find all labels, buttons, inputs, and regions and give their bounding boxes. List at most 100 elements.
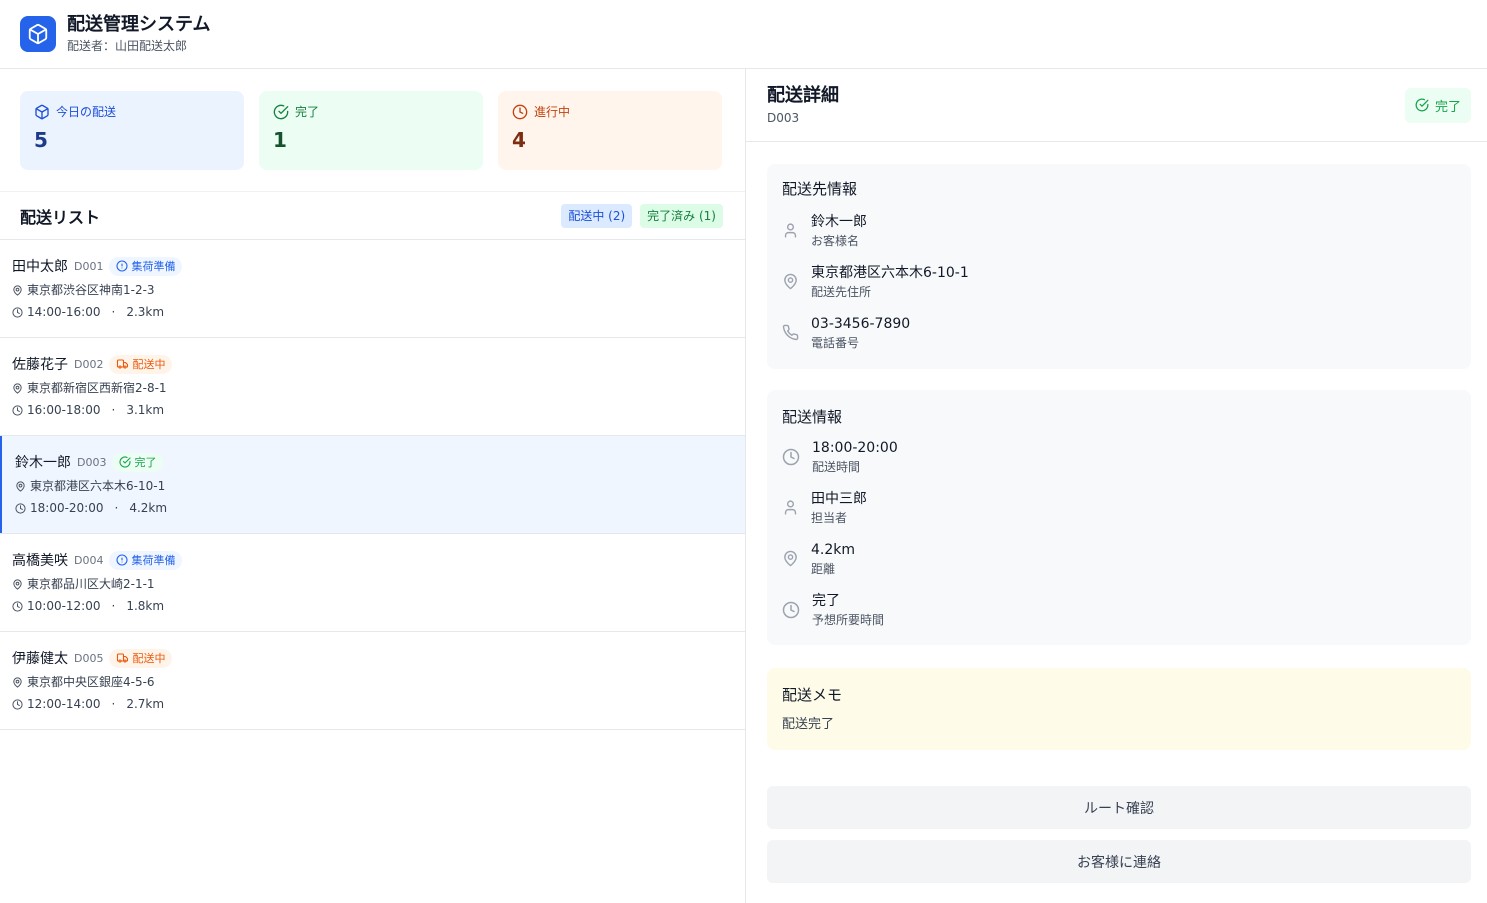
status-label: 完了 bbox=[134, 455, 157, 469]
stat-value: 1 bbox=[273, 128, 287, 152]
card-title: 配送先情報 bbox=[782, 180, 858, 198]
phone-row: 03-3456-7890 電話番号 bbox=[782, 307, 1456, 358]
address: 東京都港区六本木6-10-1 bbox=[30, 479, 166, 493]
info-label: 配送時間 bbox=[812, 459, 861, 474]
filter-in-delivery-button[interactable]: 配送中 (2) bbox=[561, 203, 633, 228]
distance: 4.2km bbox=[129, 501, 168, 515]
stat-in-progress: 進行中 4 bbox=[498, 91, 722, 170]
check-circle-icon bbox=[119, 456, 132, 468]
delivery-id: D004 bbox=[74, 553, 104, 567]
assignee-row: 田中三郎 担当者 bbox=[782, 482, 1456, 533]
delivery-id: D005 bbox=[74, 651, 104, 665]
info-label: 配送先住所 bbox=[811, 284, 872, 299]
stat-label: 今日の配送 bbox=[56, 105, 117, 119]
info-label: お客様名 bbox=[811, 233, 860, 248]
status-label: 集荷準備 bbox=[131, 259, 176, 273]
contact-customer-button[interactable]: お客様に連絡 bbox=[767, 840, 1471, 883]
time-window: 12:00-14:00 bbox=[27, 697, 101, 711]
clock-icon bbox=[512, 104, 528, 120]
stat-label: 完了 bbox=[295, 105, 320, 119]
status-label: 完了 bbox=[1434, 99, 1461, 115]
stat-value: 5 bbox=[34, 128, 48, 152]
stat-completed: 完了 1 bbox=[259, 91, 483, 170]
info-label: 予想所要時間 bbox=[812, 612, 885, 627]
truck-icon bbox=[116, 652, 129, 664]
distance-row: 4.2km 距離 bbox=[782, 533, 1456, 584]
memo-card: 配送メモ 配送完了 bbox=[767, 668, 1471, 750]
eta-row: 完了 予想所要時間 bbox=[782, 584, 1456, 635]
clock-icon bbox=[782, 448, 800, 466]
customer-name: 伊藤健太 bbox=[12, 651, 68, 667]
customer-name: 高橋美咲 bbox=[12, 553, 68, 569]
info-label: 距離 bbox=[811, 561, 836, 576]
distance: 2.7km bbox=[126, 697, 165, 711]
customer-name: 田中太郎 bbox=[12, 259, 68, 275]
stats-summary: 今日の配送 5 完了 1 進行中 4 bbox=[0, 69, 745, 192]
list-title: 配送リスト bbox=[20, 207, 101, 227]
clock-icon bbox=[12, 699, 23, 710]
package-icon bbox=[20, 16, 56, 52]
detail-title: 配送詳細 bbox=[767, 85, 839, 106]
delivery-id: D003 bbox=[77, 455, 107, 469]
list-item[interactable]: 高橋美咲 D004 集荷準備 東京都品川区大崎2-1-1 10:00-12:00… bbox=[0, 534, 745, 632]
info-circle-icon bbox=[116, 260, 129, 272]
distance: 3.1km bbox=[126, 403, 165, 417]
info-value: 完了 bbox=[812, 592, 840, 609]
info-value: 田中三郎 bbox=[811, 490, 867, 507]
status-badge: 完了 bbox=[112, 452, 164, 472]
truck-icon bbox=[116, 358, 129, 370]
time-window: 18:00-20:00 bbox=[30, 501, 104, 515]
user-icon bbox=[782, 222, 799, 239]
filter-completed-button[interactable]: 完了済み (1) bbox=[640, 203, 723, 228]
separator: · bbox=[114, 501, 119, 515]
time-window: 14:00-16:00 bbox=[27, 305, 101, 319]
package-icon bbox=[34, 104, 50, 120]
info-circle-icon bbox=[116, 554, 129, 566]
customer-name-row: 鈴木一郎 お客様名 bbox=[782, 205, 1456, 256]
app-header: 配送管理システム 配送者：山田配送太郎 bbox=[0, 0, 1487, 69]
time-window: 16:00-18:00 bbox=[27, 403, 101, 417]
card-title: 配送メモ bbox=[782, 686, 843, 704]
separator: · bbox=[111, 403, 116, 417]
check-circle-icon bbox=[1415, 98, 1429, 112]
map-pin-icon bbox=[12, 677, 23, 688]
status-badge: 配送中 bbox=[109, 354, 173, 374]
delivery-detail-panel: 配送詳細 D003 完了 配送先情報 鈴木一郎 お客様名 東京都港区六本木6-1… bbox=[746, 69, 1487, 903]
app-title: 配送管理システム bbox=[67, 14, 211, 35]
address: 東京都新宿区西新宿2-8-1 bbox=[27, 381, 167, 395]
status-label: 配送中 bbox=[132, 651, 166, 665]
check-circle-icon bbox=[273, 104, 289, 120]
status-badge: 配送中 bbox=[109, 648, 173, 668]
delivery-info-card: 配送情報 18:00-20:00 配送時間 田中三郎 担当者 4.2km 距離 … bbox=[767, 390, 1471, 645]
separator: · bbox=[111, 697, 116, 711]
separator: · bbox=[111, 305, 116, 319]
address: 東京都中央区銀座4-5-6 bbox=[27, 675, 155, 689]
destination-card: 配送先情報 鈴木一郎 お客様名 東京都港区六本木6-10-1 配送先住所 03-… bbox=[767, 164, 1471, 369]
info-label: 電話番号 bbox=[811, 335, 860, 350]
delivery-id: D002 bbox=[74, 357, 104, 371]
delivery-list-panel: 今日の配送 5 完了 1 進行中 4 配送リスト 配送中 (2) 完了済み (1… bbox=[0, 69, 746, 903]
list-item[interactable]: 伊藤健太 D005 配送中 東京都中央区銀座4-5-6 12:00-14:00 … bbox=[0, 632, 745, 730]
list-item-selected[interactable]: 鈴木一郎 D003 完了 東京都港区六本木6-10-1 18:00-20:00 … bbox=[0, 436, 745, 534]
stat-value: 4 bbox=[512, 128, 526, 152]
list-item[interactable]: 佐藤花子 D002 配送中 東京都新宿区西新宿2-8-1 16:00-18:00… bbox=[0, 338, 745, 436]
detail-header: 配送詳細 D003 完了 bbox=[746, 69, 1487, 142]
time-window: 10:00-12:00 bbox=[27, 599, 101, 613]
distance: 1.8km bbox=[126, 599, 165, 613]
info-value: 東京都港区六本木6-10-1 bbox=[811, 264, 969, 281]
route-check-button[interactable]: ルート確認 bbox=[767, 786, 1471, 829]
distance: 2.3km bbox=[126, 305, 165, 319]
phone-icon bbox=[782, 324, 799, 341]
clock-icon bbox=[12, 307, 23, 318]
status-badge: 集荷準備 bbox=[109, 550, 183, 570]
driver-name: 配送者：山田配送太郎 bbox=[67, 39, 188, 53]
map-pin-icon bbox=[12, 285, 23, 296]
status-badge: 集荷準備 bbox=[109, 256, 183, 276]
card-title: 配送情報 bbox=[782, 408, 843, 426]
user-icon bbox=[782, 499, 799, 516]
status-badge: 完了 bbox=[1404, 87, 1471, 123]
address: 東京都渋谷区神南1-2-3 bbox=[27, 283, 155, 297]
list-item[interactable]: 田中太郎 D001 集荷準備 東京都渋谷区神南1-2-3 14:00-16:00… bbox=[0, 240, 745, 338]
separator: · bbox=[111, 599, 116, 613]
address-row: 東京都港区六本木6-10-1 配送先住所 bbox=[782, 256, 1456, 307]
